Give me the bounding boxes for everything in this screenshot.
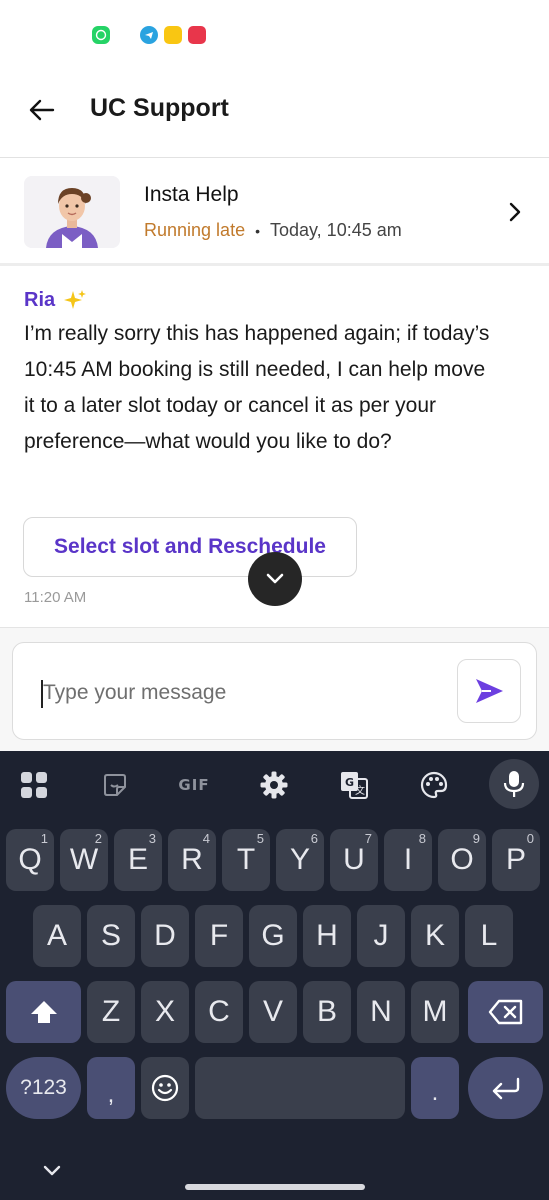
reschedule-button[interactable]: Select slot and Reschedule <box>23 517 357 577</box>
telegram-notification-icon <box>140 26 158 44</box>
voice-input-button[interactable] <box>489 759 539 809</box>
key-s[interactable]: S <box>87 905 135 967</box>
message-timestamp: 11:20 AM <box>24 589 87 606</box>
shift-icon <box>30 1001 57 1023</box>
app-header: UC Support <box>0 68 549 158</box>
booking-time: Today, 10:45 am <box>269 220 402 240</box>
whatsapp-notification-icon <box>92 26 110 44</box>
space-key[interactable] <box>195 1057 405 1119</box>
key-o[interactable]: O9 <box>438 829 486 891</box>
key-h[interactable]: H <box>303 905 351 967</box>
key-z[interactable]: Z <box>87 981 135 1043</box>
key-d[interactable]: D <box>141 905 189 967</box>
emoji-icon <box>151 1074 179 1102</box>
message-composer <box>0 627 549 751</box>
chat-area: Ria I’m really sorry this has happened a… <box>0 269 549 627</box>
scroll-down-button[interactable] <box>248 552 302 606</box>
key-c[interactable]: C <box>195 981 243 1043</box>
key-x[interactable]: X <box>141 981 189 1043</box>
message-text: I’m really sorry this has happened again… <box>24 322 490 453</box>
message-input-box[interactable] <box>12 642 537 740</box>
page-title: UC Support <box>90 94 229 122</box>
keyboard-toolbar: GIF G 文 <box>0 751 549 819</box>
agent-avatar <box>24 176 120 248</box>
key-t[interactable]: T5 <box>222 829 270 891</box>
gif-label: GIF <box>178 776 210 794</box>
emoji-key[interactable] <box>141 1057 189 1119</box>
message-input[interactable] <box>43 673 443 713</box>
enter-key[interactable] <box>468 1057 543 1119</box>
enter-icon <box>492 1077 519 1100</box>
period-key[interactable]: . <box>411 1057 459 1119</box>
hide-keyboard-chevron-icon[interactable] <box>40 1158 64 1182</box>
send-button[interactable] <box>457 659 521 723</box>
settings-button[interactable] <box>254 765 294 805</box>
key-v[interactable]: V <box>249 981 297 1043</box>
key-p[interactable]: P0 <box>492 829 540 891</box>
on-screen-keyboard: GIF G 文 Q 1 W 2 E 3 R 4 T 5 Y 6 U 7 I 8 … <box>0 751 549 1200</box>
key-l[interactable]: L <box>465 905 513 967</box>
theme-button[interactable] <box>414 765 454 805</box>
gif-button[interactable]: GIF <box>174 765 214 805</box>
palette-icon <box>420 771 448 799</box>
home-indicator[interactable] <box>185 1184 365 1190</box>
translate-button[interactable]: G 文 <box>334 765 374 805</box>
sticker-icon <box>104 774 126 796</box>
key-m[interactable]: M <box>411 981 459 1043</box>
booking-subtitle: Running late • Today, 10:45 am <box>144 220 402 241</box>
backspace-icon <box>488 999 522 1025</box>
backspace-key[interactable] <box>468 981 543 1043</box>
chevron-down-icon <box>266 573 284 584</box>
key-q[interactable]: Q1 <box>6 829 54 891</box>
sender-name: Ria <box>24 289 56 311</box>
key-j[interactable]: J <box>357 905 405 967</box>
key-r[interactable]: R4 <box>168 829 216 891</box>
grid-icon <box>21 772 47 798</box>
key-e[interactable]: E3 <box>114 829 162 891</box>
key-b[interactable]: B <box>303 981 351 1043</box>
back-arrow-icon <box>29 99 55 121</box>
key-a[interactable]: A <box>33 905 81 967</box>
symbols-key[interactable]: ?123 <box>6 1057 81 1119</box>
chevron-right-icon <box>509 202 521 222</box>
key-w[interactable]: W2 <box>60 829 108 891</box>
booking-title: Insta Help <box>144 183 239 206</box>
key-i[interactable]: I8 <box>384 829 432 891</box>
microphone-icon <box>503 771 525 797</box>
rapido-notification-icon <box>164 26 182 44</box>
app-notification-icon <box>188 26 206 44</box>
apps-grid-button[interactable] <box>14 765 54 805</box>
key-n[interactable]: N <box>357 981 405 1043</box>
shift-key[interactable] <box>6 981 81 1043</box>
key-y[interactable]: Y6 <box>276 829 324 891</box>
key-u[interactable]: U7 <box>330 829 378 891</box>
translate-icon: G 文 <box>341 772 368 799</box>
booking-status: Running late <box>144 220 246 240</box>
key-g[interactable]: G <box>249 905 297 967</box>
back-button[interactable] <box>24 92 60 128</box>
key-k[interactable]: K <box>411 905 459 967</box>
separator-dot: • <box>255 222 260 239</box>
booking-card[interactable]: Insta Help Running late • Today, 10:45 a… <box>0 158 549 266</box>
sparkle-icon <box>64 290 86 309</box>
svg-text:G: G <box>345 776 354 789</box>
send-icon <box>476 679 503 703</box>
svg-text:文: 文 <box>355 784 365 797</box>
gear-icon <box>260 771 288 799</box>
comma-key[interactable]: , <box>87 1057 135 1119</box>
key-f[interactable]: F <box>195 905 243 967</box>
sticker-button[interactable] <box>95 765 135 805</box>
status-bar <box>0 0 549 68</box>
